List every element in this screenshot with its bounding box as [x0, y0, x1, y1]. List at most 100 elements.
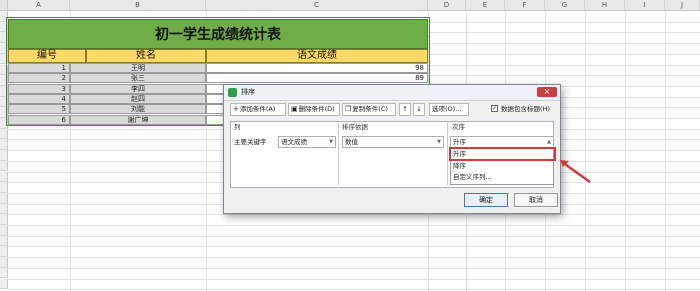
dialog-titlebar[interactable]: 排序 ×	[224, 85, 560, 101]
add-condition-button[interactable]: +添加条件(A)	[230, 103, 286, 116]
copy-condition-button[interactable]: ❐复制条件(C)	[342, 103, 396, 116]
options-button[interactable]: 选项(O)...	[429, 103, 469, 116]
row-header[interactable]	[0, 203, 8, 215]
delete-icon: ▣	[291, 105, 298, 113]
row-header[interactable]	[0, 182, 8, 193]
chevron-down-icon: ▼	[437, 139, 441, 145]
cell-id[interactable]: 6	[8, 114, 70, 125]
header-score[interactable]: 语文成绩	[206, 49, 428, 63]
app-icon	[228, 88, 237, 97]
move-up-button[interactable]: ↑	[399, 103, 411, 116]
order-select-value: 升序	[453, 138, 466, 146]
select-all-corner[interactable]	[0, 0, 8, 11]
row-header[interactable]	[0, 64, 8, 76]
column-header[interactable]: G	[545, 0, 585, 11]
row-header[interactable]	[0, 32, 8, 44]
row-header[interactable]	[0, 21, 8, 33]
column-header[interactable]: D	[428, 0, 466, 11]
cell-name[interactable]: 赵四	[70, 93, 206, 104]
order-heading: 次序	[452, 123, 465, 131]
table-title[interactable]: 初一学生成绩统计表	[8, 19, 428, 49]
basis-select[interactable]: 数值 ▼	[342, 136, 444, 148]
row-header[interactable]	[0, 257, 8, 268]
column-select[interactable]: 语文成绩 ▼	[278, 136, 336, 148]
cell-id[interactable]: 5	[8, 104, 70, 115]
cell-name[interactable]: 张三	[70, 73, 206, 84]
row-header[interactable]	[0, 75, 8, 86]
close-button[interactable]: ×	[537, 87, 557, 97]
option-custom-list[interactable]: 自定义序列...	[453, 173, 492, 182]
header-id[interactable]: 编号	[8, 49, 86, 63]
copy-icon: ❐	[345, 105, 352, 113]
row-header[interactable]	[0, 160, 8, 172]
column-header[interactable]: B	[70, 0, 206, 11]
header-name[interactable]: 姓名	[86, 49, 206, 63]
row-header[interactable]	[0, 171, 8, 183]
row-header[interactable]	[0, 85, 8, 97]
primary-key-label: 主要关键字	[234, 138, 267, 146]
sort-dialog: 排序 × +添加条件(A) ▣删除条件(D) ❐复制条件(C) ↑ ↓ 选项(O…	[223, 84, 561, 214]
row-header[interactable]	[0, 225, 8, 236]
divider	[338, 123, 339, 185]
plus-icon: +	[233, 105, 239, 113]
row-header[interactable]	[0, 53, 8, 65]
basis-select-value: 数值	[345, 138, 358, 146]
column-select-value: 语文成绩	[281, 138, 307, 146]
grid-line	[8, 235, 700, 237]
row-header[interactable]	[0, 96, 8, 108]
column-header[interactable]: I	[625, 0, 665, 11]
row-header[interactable]	[0, 214, 8, 225]
row-header[interactable]	[0, 192, 8, 204]
row-header[interactable]	[0, 118, 8, 129]
chevron-down-icon: ▲	[547, 139, 551, 145]
row-header[interactable]	[0, 278, 8, 290]
header-checkbox-label: 数据包含标题(H)	[501, 105, 550, 113]
grid-line	[8, 289, 700, 291]
cell-name[interactable]: 谢广坤	[70, 114, 206, 125]
row-header[interactable]	[0, 246, 8, 258]
divider	[447, 123, 448, 185]
cell-id[interactable]: 3	[8, 83, 70, 94]
chevron-down-icon: ▼	[329, 139, 333, 145]
grid-line	[8, 214, 700, 216]
column-header[interactable]: J	[665, 0, 700, 11]
cell-id[interactable]: 4	[8, 93, 70, 104]
annotation-arrow-icon	[560, 160, 591, 184]
highlight-box	[449, 147, 556, 161]
row-header[interactable]	[0, 107, 8, 118]
column-header[interactable]: F	[505, 0, 545, 11]
column-header[interactable]: H	[585, 0, 625, 11]
row-header[interactable]	[0, 235, 8, 247]
cell-score[interactable]: 98	[206, 63, 428, 73]
cell-id[interactable]: 1	[8, 63, 70, 73]
cell-name[interactable]: 王明	[70, 63, 206, 73]
basis-heading: 排序依据	[342, 123, 368, 131]
column-header[interactable]: C	[206, 0, 428, 11]
copy-condition-label: 复制条件(C)	[352, 105, 388, 113]
row-header[interactable]	[0, 43, 8, 54]
delete-condition-button[interactable]: ▣删除条件(D)	[288, 103, 340, 116]
column-heading: 列	[234, 123, 241, 131]
grid-line	[8, 225, 700, 226]
column-header[interactable]: A	[8, 0, 70, 11]
row-header[interactable]	[0, 139, 8, 151]
move-down-button[interactable]: ↓	[413, 103, 425, 116]
cell-id[interactable]: 2	[8, 73, 70, 84]
cell-score[interactable]: 89	[206, 73, 428, 84]
grid-line	[8, 278, 700, 280]
option-descending[interactable]: 降序	[453, 162, 466, 171]
add-condition-label: 添加条件(A)	[239, 105, 276, 113]
row-header[interactable]	[0, 128, 8, 140]
grid-line	[8, 246, 700, 248]
row-header[interactable]	[0, 11, 8, 22]
delete-condition-label: 删除条件(D)	[298, 105, 335, 113]
cell-name[interactable]: 刘能	[70, 104, 206, 115]
row-header[interactable]	[0, 267, 8, 279]
header-checkbox[interactable]: ✓	[491, 105, 498, 112]
ok-button[interactable]: 确定	[464, 193, 508, 207]
column-header[interactable]: E	[466, 0, 505, 11]
row-header[interactable]	[0, 150, 8, 161]
cancel-button[interactable]: 取消	[514, 193, 558, 207]
cell-name[interactable]: 李四	[70, 83, 206, 94]
grid-line	[8, 267, 700, 269]
